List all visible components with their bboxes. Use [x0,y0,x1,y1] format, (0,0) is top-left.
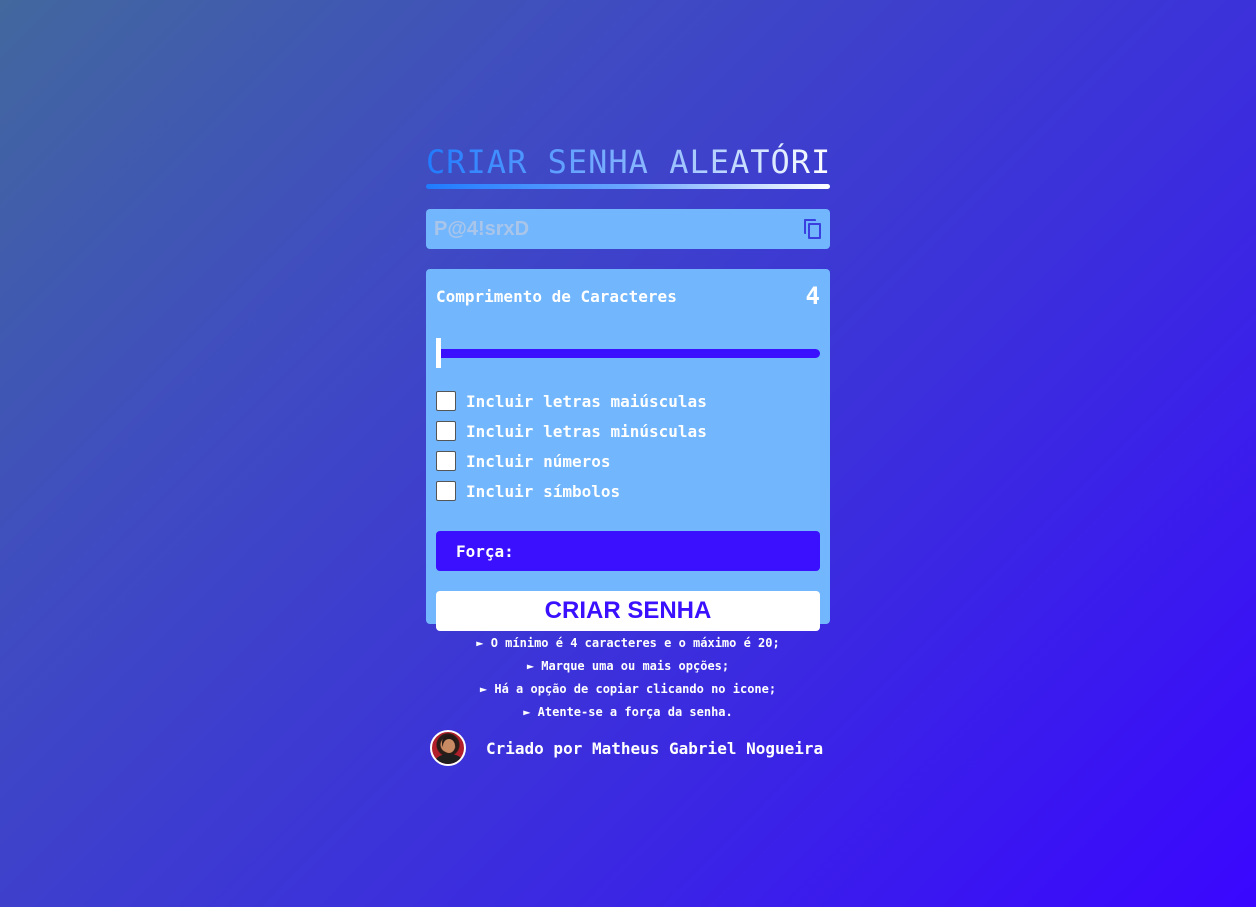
option-lowercase[interactable]: Incluir letras minúsculas [436,416,820,446]
tip-item: ► Há a opção de copiar clicando no icone… [479,682,777,696]
password-display: P@4!srxD [426,209,830,249]
tips-list: ► O mínimo é 4 caracteres e o máximo é 2… [426,632,830,724]
settings-panel: Comprimento de Caracteres 4 Incluir letr… [426,269,830,631]
symbols-checkbox[interactable] [436,481,456,501]
author-credit: Criado por Matheus Gabriel Nogueira [486,738,824,758]
generate-button[interactable]: CRIAR SENHA [436,591,820,631]
option-label: Incluir letras maiúsculas [466,391,707,411]
password-generator: CRIAR SENHA ALEATÓRIA P@4!srxD Comprimen… [426,140,851,768]
length-label: Comprimento de Caracteres [436,286,677,306]
tip-item: ► Atente-se a força da senha. [523,705,733,719]
avatar[interactable] [430,730,466,766]
option-label: Incluir símbolos [466,481,621,501]
slider-track[interactable] [436,349,820,358]
option-label: Incluir letras minúsculas [466,421,707,441]
slider-thumb[interactable] [436,338,441,368]
length-slider[interactable] [436,338,820,368]
option-numbers[interactable]: Incluir números [436,446,820,476]
footer: Criado por Matheus Gabriel Nogueira [426,728,830,768]
length-row: Comprimento de Caracteres 4 [436,279,820,313]
numbers-checkbox[interactable] [436,451,456,471]
tip-item: ► O mínimo é 4 caracteres e o máximo é 2… [476,636,780,650]
strength-indicator: Força: [436,531,820,571]
title-underline [426,184,830,189]
options-list: Incluir letras maiúsculas Incluir letras… [436,386,820,506]
tip-item: ► Marque uma ou mais opções; [526,659,730,673]
lowercase-checkbox[interactable] [436,421,456,441]
strength-label: Força: [456,541,514,561]
page-title: CRIAR SENHA ALEATÓRIA [426,140,851,184]
option-uppercase[interactable]: Incluir letras maiúsculas [436,386,820,416]
option-label: Incluir números [466,451,611,471]
length-value: 4 [805,282,820,310]
uppercase-checkbox[interactable] [436,391,456,411]
password-output[interactable]: P@4!srxD [434,218,529,241]
option-symbols[interactable]: Incluir símbolos [436,476,820,506]
copy-icon[interactable] [804,219,822,239]
